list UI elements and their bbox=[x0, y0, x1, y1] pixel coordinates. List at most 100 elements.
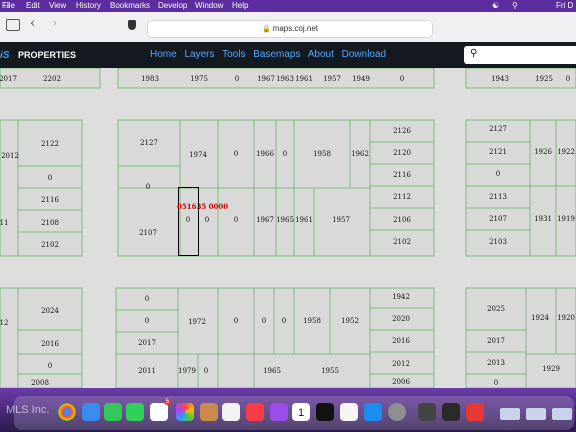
parcel-label[interactable]: 2102 bbox=[387, 238, 417, 246]
facetime-icon[interactable] bbox=[104, 403, 122, 421]
parcel-label[interactable]: 2102 bbox=[35, 241, 65, 249]
parcel-label[interactable]: 1958 bbox=[297, 317, 327, 325]
parcel-label[interactable]: 1957 bbox=[326, 216, 356, 224]
search-icon[interactable]: ⚲ bbox=[512, 0, 518, 12]
parcel-label[interactable]: 2020 bbox=[386, 315, 416, 323]
parcel-label[interactable]: 0 bbox=[133, 183, 163, 191]
parcel-label[interactable]: 0 bbox=[132, 295, 162, 303]
menu-window[interactable]: Window bbox=[195, 0, 223, 12]
search-input[interactable]: ⚲ bbox=[464, 46, 576, 64]
parcel-label[interactable]: 1919 bbox=[551, 215, 576, 223]
appstore-icon[interactable] bbox=[364, 403, 382, 421]
parcel-label[interactable]: 0 bbox=[553, 75, 576, 83]
parcel-label[interactable]: 1962 bbox=[345, 150, 375, 158]
parcel-label[interactable]: 2106 bbox=[387, 216, 417, 224]
window-thumb[interactable] bbox=[500, 408, 520, 420]
nav-home[interactable]: Home bbox=[150, 49, 177, 60]
appletv-icon[interactable] bbox=[316, 403, 334, 421]
parcel-label[interactable]: 1942 bbox=[386, 293, 416, 301]
parcel-label[interactable]: 1983 bbox=[135, 75, 165, 83]
nav-download[interactable]: Download bbox=[342, 49, 386, 60]
parcel-label[interactable]: 2112 bbox=[387, 193, 417, 201]
url-bar[interactable]: 🔒 maps.coj.net bbox=[147, 20, 433, 38]
parcel-label[interactable]: 1922 bbox=[551, 148, 576, 156]
parcel-label[interactable]: 2006 bbox=[386, 378, 416, 386]
photos-icon[interactable]: 5 bbox=[150, 399, 171, 421]
parcel-label[interactable]: 2017 bbox=[0, 75, 23, 83]
parcel-label[interactable]: 2116 bbox=[387, 171, 417, 179]
nav-layers[interactable]: Layers bbox=[184, 49, 214, 60]
parcel-label[interactable]: 2107 bbox=[133, 229, 163, 237]
preview-icon[interactable] bbox=[418, 403, 436, 421]
parcel-label[interactable]: 2202 bbox=[37, 75, 67, 83]
trash-icon[interactable] bbox=[552, 408, 572, 420]
parcel-label[interactable]: 1957 bbox=[317, 75, 347, 83]
parcel-label[interactable]: 0 bbox=[132, 317, 162, 325]
parcel-label[interactable]: 1958 bbox=[307, 150, 337, 158]
parcel-label[interactable]: 0 bbox=[222, 75, 252, 83]
parcel-label[interactable]: 2126 bbox=[387, 127, 417, 135]
parcel-label[interactable]: 0 bbox=[387, 75, 417, 83]
menu-view[interactable]: View bbox=[49, 0, 66, 12]
menu-bookmarks[interactable]: Bookmarks bbox=[110, 0, 150, 12]
parcel-label[interactable]: 0 bbox=[191, 367, 221, 375]
parcel-label[interactable]: 2107 bbox=[483, 215, 513, 223]
parcel-label[interactable]: 1974 bbox=[183, 151, 213, 159]
parcel-label[interactable]: 2116 bbox=[35, 196, 65, 204]
settings-icon[interactable] bbox=[388, 403, 406, 421]
parcel-label[interactable]: 2017 bbox=[481, 337, 511, 345]
parcel-label[interactable]: 1943 bbox=[485, 75, 515, 83]
menu-edit[interactable]: Edit bbox=[26, 0, 40, 12]
menu-file[interactable]: File bbox=[2, 0, 15, 12]
parcel-label[interactable]: 2008 bbox=[25, 379, 55, 387]
parcel-label[interactable]: 1949 bbox=[346, 75, 376, 83]
shield-icon[interactable] bbox=[128, 20, 136, 30]
parcel-label[interactable]: 2127 bbox=[134, 139, 164, 147]
menu-history[interactable]: History bbox=[76, 0, 101, 12]
contacts-icon[interactable] bbox=[200, 403, 218, 421]
nav-tools[interactable]: Tools bbox=[222, 49, 245, 60]
mail-icon[interactable] bbox=[82, 403, 100, 421]
parcel-map[interactable]: 2017 2202 1983 1975 0 1967 1963 1961 195… bbox=[0, 68, 576, 388]
parcel-label[interactable]: 0 bbox=[269, 317, 299, 325]
news-icon[interactable] bbox=[340, 403, 358, 421]
parcel-label[interactable]: 0 bbox=[221, 317, 251, 325]
forward-icon[interactable]: › bbox=[52, 16, 57, 31]
wifi-icon[interactable]: ☯ bbox=[492, 0, 499, 12]
parcel-label[interactable]: 2121 bbox=[483, 148, 513, 156]
parcel-label[interactable]: 1961 bbox=[289, 216, 319, 224]
parcel-label[interactable]: 2012 bbox=[386, 360, 416, 368]
photo-booth-icon[interactable] bbox=[442, 403, 460, 421]
parcel-label[interactable]: 0 bbox=[270, 150, 300, 158]
clock[interactable]: Fri D bbox=[556, 0, 573, 12]
parcel-label[interactable]: 0 bbox=[35, 174, 65, 182]
parcel-label[interactable]: 2103 bbox=[483, 238, 513, 246]
parcel-label[interactable]: 0 bbox=[483, 170, 513, 178]
parcel-label[interactable]: 0 bbox=[221, 216, 251, 224]
back-icon[interactable]: ‹ bbox=[30, 16, 35, 31]
parcel-label[interactable]: 2016 bbox=[386, 337, 416, 345]
sidebar-icon[interactable] bbox=[6, 19, 20, 31]
window-thumb[interactable] bbox=[526, 408, 546, 420]
nav-basemaps[interactable]: Basemaps bbox=[253, 49, 300, 60]
parcel-label[interactable]: 1952 bbox=[335, 317, 365, 325]
parcel-label[interactable]: 2122 bbox=[35, 140, 65, 148]
parcel-label[interactable]: 12 bbox=[0, 319, 19, 327]
parcel-label[interactable]: 0 bbox=[221, 150, 251, 158]
parcel-label[interactable]: 2013 bbox=[481, 359, 511, 367]
reminders-icon[interactable] bbox=[222, 403, 240, 421]
music-icon[interactable] bbox=[246, 403, 264, 421]
parcel-label[interactable]: 2016 bbox=[35, 340, 65, 348]
parcel-label[interactable]: 2120 bbox=[387, 149, 417, 157]
messages-icon[interactable] bbox=[126, 403, 144, 421]
parcel-label[interactable]: 2127 bbox=[483, 125, 513, 133]
parcel-label[interactable]: 2025 bbox=[481, 305, 511, 313]
parcel-label[interactable]: 2024 bbox=[35, 307, 65, 315]
parcel-label[interactable]: 1955 bbox=[315, 367, 345, 375]
nav-about[interactable]: About bbox=[308, 49, 334, 60]
parcel-label[interactable]: 1965 bbox=[257, 367, 287, 375]
parcel-label[interactable]: 1972 bbox=[182, 318, 212, 326]
parcel-label[interactable]: 1929 bbox=[536, 365, 566, 373]
photos-app-icon[interactable] bbox=[176, 403, 194, 421]
podcasts-icon[interactable] bbox=[270, 403, 288, 421]
